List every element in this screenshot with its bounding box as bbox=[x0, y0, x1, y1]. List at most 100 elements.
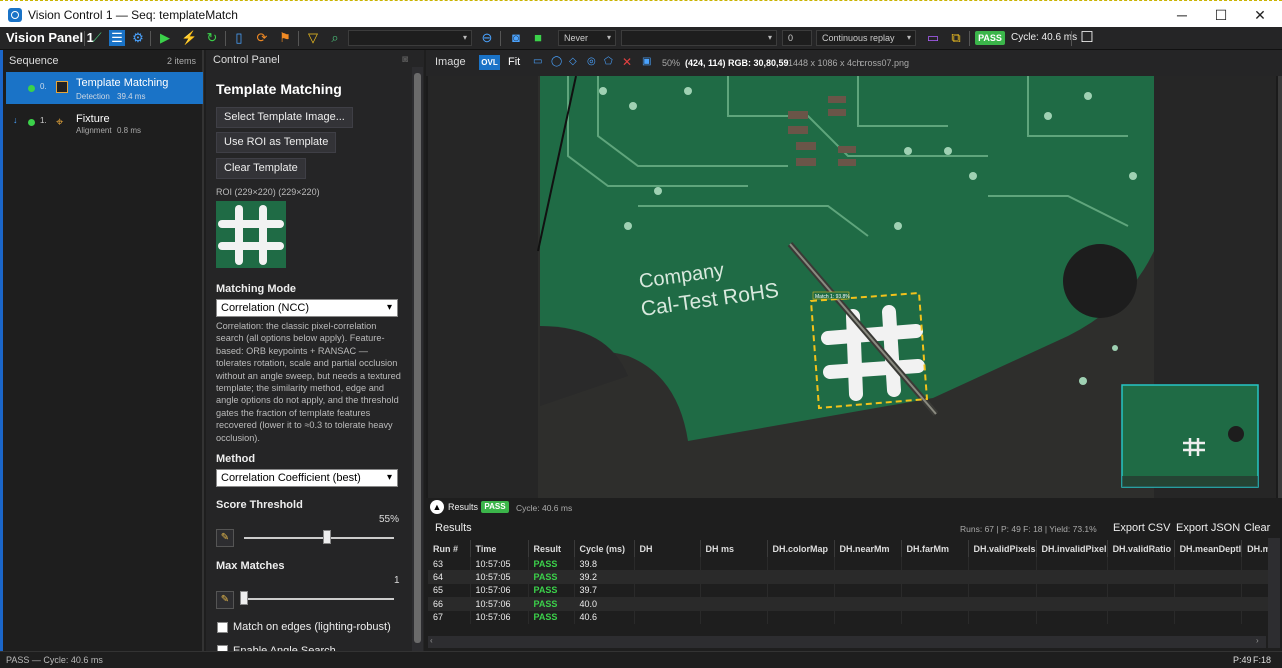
status-dot-icon bbox=[28, 119, 35, 126]
max-slider-track[interactable] bbox=[244, 598, 394, 600]
fullscreen-icon[interactable]: ☐ bbox=[1079, 30, 1095, 46]
cursor-coords: (424, 114) bbox=[685, 58, 726, 68]
run-icon[interactable]: ▶ bbox=[157, 30, 173, 46]
source-select[interactable]: ▾ bbox=[621, 30, 777, 46]
results-panel: ▲ Results PASS Cycle: 40.6 ms Results Ru… bbox=[426, 498, 1282, 651]
filter-icon[interactable]: ▽ bbox=[305, 30, 321, 46]
main-toolbar: Vision Panel 1 ⟋ ☰ ⚙ ▶ ⚡ ↻ ▯ ⟳ ⚑ ▽ ⌕ ▾ ⊖… bbox=[0, 27, 1282, 50]
matching-mode-description: Correlation: the classic pixel-correlati… bbox=[216, 321, 401, 443]
results-table: Run # Time Result Cycle (ms) DH DH ms DH… bbox=[428, 540, 1272, 624]
export-json-button[interactable]: Export JSON bbox=[1176, 522, 1240, 534]
camera-icon[interactable]: ◙ bbox=[508, 30, 524, 46]
link-icon[interactable]: ⊖ bbox=[479, 30, 495, 46]
edit-pencil-icon[interactable]: ✎ bbox=[216, 529, 234, 547]
image-toolbar: Image OVL Fit ▭ ◯ ◇ ◎ ⬠ ✕ ▣ 50% (424, 11… bbox=[426, 50, 1282, 76]
list-view-icon[interactable]: ☰ bbox=[109, 30, 125, 46]
method-select[interactable]: Correlation Coefficient (best) ▾ bbox=[216, 469, 398, 487]
minimize-icon[interactable]: ─ bbox=[1162, 4, 1202, 26]
select-template-button[interactable]: Select Template Image... bbox=[216, 107, 353, 128]
ovl-toggle[interactable]: OVL bbox=[479, 55, 500, 70]
matching-mode-label: Matching Mode bbox=[216, 283, 297, 295]
diamond-roi-icon[interactable]: ◇ bbox=[569, 56, 577, 67]
results-bar-label: Results bbox=[448, 502, 479, 512]
camera-select[interactable]: ▾ bbox=[348, 30, 472, 46]
frame-input[interactable]: 0 bbox=[782, 30, 812, 46]
clear-template-button[interactable]: Clear Template bbox=[216, 158, 306, 179]
rect-roi-icon[interactable]: ▭ bbox=[533, 56, 542, 67]
export-csv-button[interactable]: Export CSV bbox=[1113, 522, 1170, 534]
max-slider-thumb[interactable] bbox=[240, 591, 248, 605]
search-icon[interactable]: ⌕ bbox=[327, 30, 343, 46]
sequence-item-fixture[interactable]: ↓ 1. ⌖ Fixture Alignment 0.8 ms bbox=[6, 106, 203, 138]
panel-title: Vision Panel 1 bbox=[6, 30, 94, 45]
control-panel-scrollbar[interactable] bbox=[412, 67, 423, 651]
table-row[interactable]: 65 10:57:06 PASS 39.7 bbox=[428, 583, 1272, 598]
sequence-item-template-matching[interactable]: 0. Template Matching Detection 39.4 ms bbox=[6, 72, 203, 104]
control-panel-header: Control Panel bbox=[213, 54, 280, 66]
image-header: Image bbox=[435, 56, 466, 68]
video-icon[interactable]: ■ bbox=[530, 30, 546, 46]
ring-roi-icon[interactable]: ◎ bbox=[587, 56, 596, 67]
polygon-roi-icon[interactable]: ⬠ bbox=[604, 56, 613, 67]
fit-button[interactable]: Fit bbox=[508, 56, 520, 68]
max-matches-value: 1 bbox=[394, 575, 400, 586]
table-row[interactable]: 64 10:57:05 PASS 39.2 bbox=[428, 570, 1272, 584]
window-title: Vision Control 1 — Seq: templateMatch bbox=[28, 8, 238, 22]
image-canvas[interactable]: Company Cal-Test RoHS Match 1: 93.8% bbox=[428, 76, 1276, 498]
maximize-icon[interactable]: ☐ bbox=[1201, 4, 1241, 26]
wand-icon[interactable]: ⟋ bbox=[89, 30, 105, 46]
layers-icon[interactable]: ⧉ bbox=[948, 30, 964, 46]
flag-icon[interactable]: ⚑ bbox=[277, 30, 293, 46]
settings-icon[interactable]: ⚙ bbox=[130, 30, 146, 46]
clear-results-button[interactable]: Clear bbox=[1244, 522, 1270, 534]
replay-mode-select[interactable]: Continuous replay ▾ bbox=[816, 30, 916, 46]
app-logo-icon bbox=[8, 8, 22, 22]
edit-pencil-icon[interactable]: ✎ bbox=[216, 591, 234, 609]
status-dot-icon bbox=[28, 85, 35, 92]
table-row[interactable]: 63 10:57:05 PASS 39.8 bbox=[428, 557, 1272, 571]
results-cycle: Cycle: 40.6 ms bbox=[516, 503, 573, 513]
table-row[interactable]: 67 10:57:06 PASS 40.6 bbox=[428, 610, 1272, 624]
toolbar-pass-badge: PASS bbox=[975, 31, 1005, 45]
matching-mode-select[interactable]: Correlation (NCC) ▾ bbox=[216, 299, 398, 317]
status-fail-count: F:18 bbox=[1253, 655, 1272, 665]
save-icon[interactable]: ▣ bbox=[642, 56, 651, 67]
camera-icon[interactable]: ◙ bbox=[402, 54, 408, 65]
score-threshold-value: 55% bbox=[379, 514, 400, 525]
use-roi-button[interactable]: Use ROI as Template bbox=[216, 132, 337, 153]
collapse-icon[interactable]: ▲ bbox=[430, 500, 444, 514]
results-stats: Runs: 67 | P: 49 F: 18 | Yield: 73.1% bbox=[960, 524, 1097, 534]
sequence-count: 2 items bbox=[167, 56, 197, 66]
results-title: Results bbox=[435, 522, 472, 534]
results-scrollbar-h[interactable]: ‹ › bbox=[428, 636, 1266, 648]
overlay-icon[interactable]: ▭ bbox=[925, 30, 941, 46]
image-dims: 1448 x 1086 x 4ch bbox=[788, 58, 862, 68]
score-slider-track[interactable] bbox=[244, 537, 394, 539]
edges-checkbox-label: Match on edges (lighting-robust) bbox=[233, 621, 391, 633]
score-slider-thumb[interactable] bbox=[322, 530, 331, 544]
zoom-level: 50% bbox=[662, 58, 681, 68]
results-pass-badge: PASS bbox=[481, 501, 509, 513]
match-label: Match 1: 93.8% bbox=[815, 294, 850, 300]
image-panel: Image OVL Fit ▭ ◯ ◇ ◎ ⬠ ✕ ▣ 50% (424, 11… bbox=[426, 50, 1282, 498]
ellipse-roi-icon[interactable]: ◯ bbox=[551, 56, 562, 67]
edges-checkbox[interactable] bbox=[217, 622, 228, 633]
delete-roi-icon[interactable]: ✕ bbox=[622, 55, 632, 69]
roi-label: ROI (229×220) (229×220) bbox=[216, 187, 320, 197]
table-header: Run # Time Result Cycle (ms) DH DH ms DH… bbox=[428, 540, 1272, 557]
control-title: Template Matching bbox=[216, 81, 342, 97]
loop-icon[interactable]: ↻ bbox=[204, 30, 220, 46]
detection-icon bbox=[56, 81, 68, 93]
status-left: PASS — Cycle: 40.6 ms bbox=[6, 655, 103, 665]
results-scrollbar-v[interactable] bbox=[1268, 538, 1280, 648]
table-row[interactable]: 66 10:57:06 PASS 40.0 bbox=[428, 597, 1272, 611]
control-panel: Control Panel ◙ Template Matching Select… bbox=[206, 50, 424, 651]
refresh-icon[interactable]: ⟳ bbox=[254, 30, 270, 46]
close-icon[interactable]: ✕ bbox=[1240, 4, 1280, 26]
trigger-icon[interactable]: ⚡ bbox=[181, 30, 197, 46]
bookmark-icon[interactable]: ▯ bbox=[231, 30, 247, 46]
trigger-mode-select[interactable]: Never ▾ bbox=[558, 30, 616, 46]
image-file: cross07.png bbox=[860, 58, 910, 68]
title-bar: Vision Control 1 — Seq: templateMatch ─ … bbox=[0, 0, 1282, 27]
template-preview bbox=[216, 201, 286, 268]
